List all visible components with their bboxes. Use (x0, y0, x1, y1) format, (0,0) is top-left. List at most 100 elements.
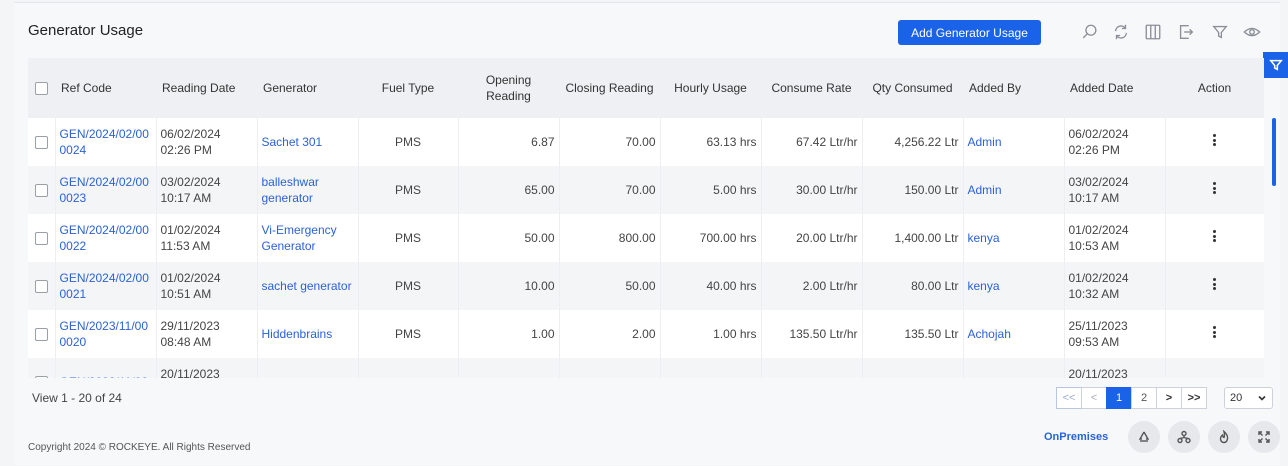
header-reading-date[interactable]: Reading Date (156, 58, 257, 118)
prev-page-button[interactable]: < (1081, 387, 1107, 409)
row-select-cell[interactable] (28, 310, 56, 358)
pagination: << < 1 2 > >> (1056, 387, 1207, 409)
qty-consumed-cell: 80.00 Ltr (862, 262, 964, 310)
table-row: GEN/2024/02/000021 01/02/2024 10:51 AM sac… (28, 262, 1264, 310)
row-checkbox[interactable] (34, 136, 48, 150)
ref-code-link[interactable]: GEN/2023/11/000020 (55, 310, 157, 358)
columns-icon[interactable] (1143, 22, 1163, 42)
generator-link[interactable]: sachet generator (257, 262, 359, 310)
fuel-type-cell: PMS (358, 166, 459, 214)
generator-usage-table: Ref Code Reading Date Generator Fuel Typ… (28, 58, 1264, 378)
select-all-cell[interactable] (28, 58, 55, 118)
search-icon[interactable] (1080, 22, 1100, 42)
reading-date-cell: 20/11/2023 01:32 (156, 358, 258, 378)
row-checkbox[interactable] (34, 232, 48, 246)
row-select-cell[interactable] (28, 262, 56, 310)
opening-reading-cell: 65.00 (458, 166, 560, 214)
header-fuel-type[interactable]: Fuel Type (358, 58, 458, 118)
ref-code-link[interactable]: GEN/2024/02/000021 (55, 262, 157, 310)
header-qty-consumed[interactable]: Qty Consumed (862, 58, 963, 118)
added-date-cell: 20/11/2023 01:32 (1064, 358, 1166, 378)
generator-link[interactable] (257, 358, 359, 378)
header-closing-reading[interactable]: Closing Reading (559, 58, 660, 118)
row-checkbox[interactable] (34, 280, 48, 294)
added-by-link[interactable]: Admin (963, 166, 1065, 214)
header-opening-reading[interactable]: Opening Reading (458, 58, 559, 118)
kebab-menu-icon[interactable] (1213, 229, 1217, 244)
header-added-by[interactable]: Added By (963, 58, 1064, 118)
export-icon[interactable] (1176, 22, 1196, 42)
reading-date-cell: 01/02/2024 11:53 AM (156, 214, 258, 262)
header-generator[interactable]: Generator (257, 58, 358, 118)
expand-icon[interactable] (1248, 421, 1280, 453)
added-date-cell: 06/02/2024 02:26 PM (1064, 118, 1166, 166)
filter-icon[interactable] (1210, 22, 1230, 42)
opening-reading-cell: 50.00 (458, 214, 560, 262)
generator-link[interactable]: Sachet 301 (257, 118, 359, 166)
ref-code-link[interactable]: GEN/2024/02/000023 (55, 166, 157, 214)
last-page-button[interactable]: >> (1181, 387, 1207, 409)
hourly-usage-cell: 5.00 hrs (660, 166, 762, 214)
page-title: Generator Usage (28, 22, 144, 39)
closing-reading-cell (559, 358, 661, 378)
fuel-type-cell (358, 358, 459, 378)
filter-panel-toggle[interactable] (1263, 52, 1288, 78)
closing-reading-cell: 800.00 (559, 214, 661, 262)
header-consume-rate[interactable]: Consume Rate (761, 58, 862, 118)
row-select-cell[interactable] (28, 358, 56, 378)
added-date-cell: 03/02/2024 10:17 AM (1064, 166, 1166, 214)
ref-code-link[interactable]: GEN/2024/02/000024 (55, 118, 157, 166)
added-by-link[interactable]: kenya (963, 214, 1065, 262)
fuel-type-cell: PMS (358, 262, 459, 310)
ref-code-link[interactable]: GEN/2023/11/00 (55, 358, 157, 378)
header-hourly-usage[interactable]: Hourly Usage (660, 58, 761, 118)
qty-consumed-cell: 4,256.22 Ltr (862, 118, 964, 166)
kebab-menu-icon[interactable] (1213, 181, 1217, 196)
fuel-type-cell: PMS (358, 118, 459, 166)
added-by-link[interactable]: Achojah (963, 310, 1065, 358)
ref-code-link[interactable]: GEN/2024/02/000022 (55, 214, 157, 262)
row-checkbox[interactable] (34, 376, 48, 378)
generator-link[interactable]: Vi-Emergency Generator (257, 214, 359, 262)
deployment-mode[interactable]: OnPremises (1044, 431, 1108, 443)
next-page-button[interactable]: > (1156, 387, 1182, 409)
add-generator-usage-button[interactable]: Add Generator Usage (898, 20, 1041, 45)
row-select-cell[interactable] (28, 118, 56, 166)
page-1-button[interactable]: 1 (1106, 387, 1132, 409)
eye-icon[interactable] (1242, 22, 1262, 42)
page-2-button[interactable]: 2 (1131, 387, 1157, 409)
copyright-text: Copyright 2024 © ROCKEYE. All Rights Res… (28, 442, 251, 453)
generator-link[interactable]: balleshwar generator (257, 166, 359, 214)
select-all-checkbox[interactable] (35, 82, 48, 96)
table-row: GEN/2024/02/000023 03/02/2024 10:17 AM bal… (28, 166, 1264, 214)
recycle-icon[interactable] (1128, 421, 1160, 453)
closing-reading-cell: 70.00 (559, 118, 661, 166)
row-action-cell (1165, 166, 1264, 214)
refresh-icon[interactable] (1111, 22, 1131, 42)
page-size-value: 20 (1230, 392, 1243, 404)
header-ref-code[interactable]: Ref Code (55, 58, 156, 118)
header-added-date[interactable]: Added Date (1064, 58, 1165, 118)
closing-reading-cell: 2.00 (559, 310, 661, 358)
generator-link[interactable]: Hiddenbrains (257, 310, 359, 358)
row-checkbox[interactable] (34, 328, 48, 342)
first-page-button[interactable]: << (1056, 387, 1082, 409)
added-by-link[interactable]: Admin (963, 118, 1065, 166)
row-select-cell[interactable] (28, 166, 56, 214)
fire-icon[interactable] (1208, 421, 1240, 453)
kebab-menu-icon[interactable] (1213, 325, 1217, 340)
added-by-link[interactable] (963, 358, 1065, 378)
row-checkbox[interactable] (34, 184, 48, 198)
table-header-row: Ref Code Reading Date Generator Fuel Typ… (28, 58, 1264, 118)
page-size-select[interactable]: 20 (1224, 387, 1273, 409)
record-count: View 1 - 20 of 24 (32, 391, 122, 405)
network-icon[interactable] (1168, 421, 1200, 453)
kebab-menu-icon[interactable] (1213, 133, 1217, 148)
kebab-menu-icon[interactable] (1213, 277, 1217, 292)
fuel-type-cell: PMS (358, 310, 459, 358)
table-scrollbar[interactable] (1272, 118, 1276, 186)
filter-icon (1268, 59, 1283, 71)
opening-reading-cell: 6.87 (458, 118, 560, 166)
row-select-cell[interactable] (28, 214, 56, 262)
added-by-link[interactable]: kenya (963, 262, 1065, 310)
